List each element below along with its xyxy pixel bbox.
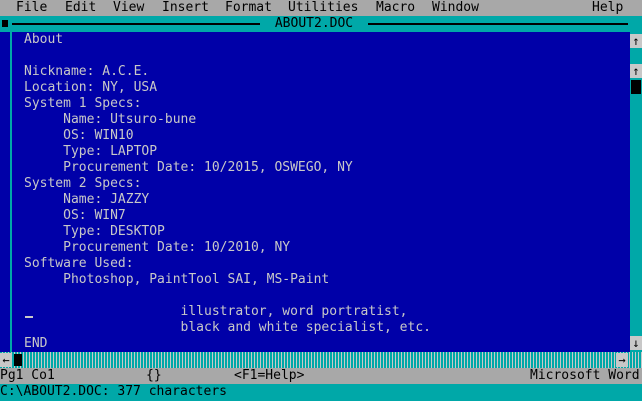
cursor-position: Pg1 Co1 — [0, 368, 55, 383]
vertical-scrollbar[interactable]: ↑ ↑ ↓ — [630, 32, 642, 352]
scroll-left-arrow-icon[interactable]: ← — [0, 353, 12, 367]
doc-line: Software Used: — [24, 256, 134, 271]
status-braces: {} — [146, 368, 162, 383]
doc-line: black and white specialist, etc. — [24, 320, 431, 335]
menu-format[interactable]: Format — [225, 0, 272, 16]
menu-insert[interactable]: Insert — [162, 0, 209, 16]
doc-line: System 1 Specs: — [24, 96, 142, 111]
app-name: Microsoft Word — [530, 368, 640, 383]
menu-view[interactable]: View — [113, 0, 144, 16]
doc-line: Procurement Date: 10/2010, NY — [24, 240, 291, 255]
document-area[interactable]: About Nickname: A.C.E. Location: NY, USA… — [12, 32, 628, 352]
scroll-up-arrow-icon[interactable]: ↑ — [630, 64, 642, 78]
doc-line: Nickname: A.C.E. — [24, 64, 150, 79]
doc-line: Name: Utsuro-bune — [24, 112, 197, 127]
help-hint: <F1=Help> — [234, 368, 305, 383]
doc-line: OS: WIN10 — [24, 128, 134, 143]
doc-line: illustrator, word portratist, — [24, 304, 408, 319]
doc-line: END — [24, 336, 48, 351]
status-bar: Pg1 Co1 {} <F1=Help> Microsoft Word — [0, 368, 642, 384]
window-title: ABOUT2.DOC — [260, 16, 368, 32]
message-bar: C:\ABOUT2.DOC: 377 characters — [0, 384, 642, 401]
menu-help[interactable]: Help — [592, 0, 623, 16]
doc-line: About — [24, 32, 64, 47]
message-text: C:\ABOUT2.DOC: 377 characters — [0, 384, 227, 399]
menu-bar: File Edit View Insert Format Utilities M… — [0, 0, 642, 16]
doc-line: Location: NY, USA — [24, 80, 158, 95]
menu-utilities[interactable]: Utilities — [288, 0, 358, 16]
menu-macro[interactable]: Macro — [376, 0, 415, 16]
doc-line: Photoshop, PaintTool SAI, MS-Paint — [24, 272, 330, 287]
menu-window[interactable]: Window — [432, 0, 479, 16]
text-cursor — [25, 316, 33, 318]
doc-line: Procurement Date: 10/2015, OSWEGO, NY — [24, 160, 353, 175]
scroll-down-arrow-icon[interactable]: ↓ — [630, 336, 642, 350]
doc-line: OS: WIN7 — [24, 208, 126, 223]
vertical-scroll-thumb[interactable] — [631, 80, 641, 94]
doc-line: System 2 Specs: — [24, 176, 142, 191]
doc-line: Name: JAZZY — [24, 192, 150, 207]
horizontal-scroll-thumb[interactable] — [14, 354, 22, 366]
window-control-box[interactable] — [2, 20, 8, 27]
doc-line: Type: LAPTOP — [24, 144, 158, 159]
menu-edit[interactable]: Edit — [65, 0, 96, 16]
scroll-up-arrow-icon[interactable]: ↑ — [630, 34, 642, 48]
horizontal-scrollbar[interactable]: ← → — [0, 352, 642, 368]
doc-line: Type: DESKTOP — [24, 224, 165, 239]
menu-file[interactable]: File — [16, 0, 47, 16]
window-title-bar[interactable]: ABOUT2.DOC — [0, 16, 642, 32]
scroll-right-arrow-icon[interactable]: → — [616, 353, 628, 367]
